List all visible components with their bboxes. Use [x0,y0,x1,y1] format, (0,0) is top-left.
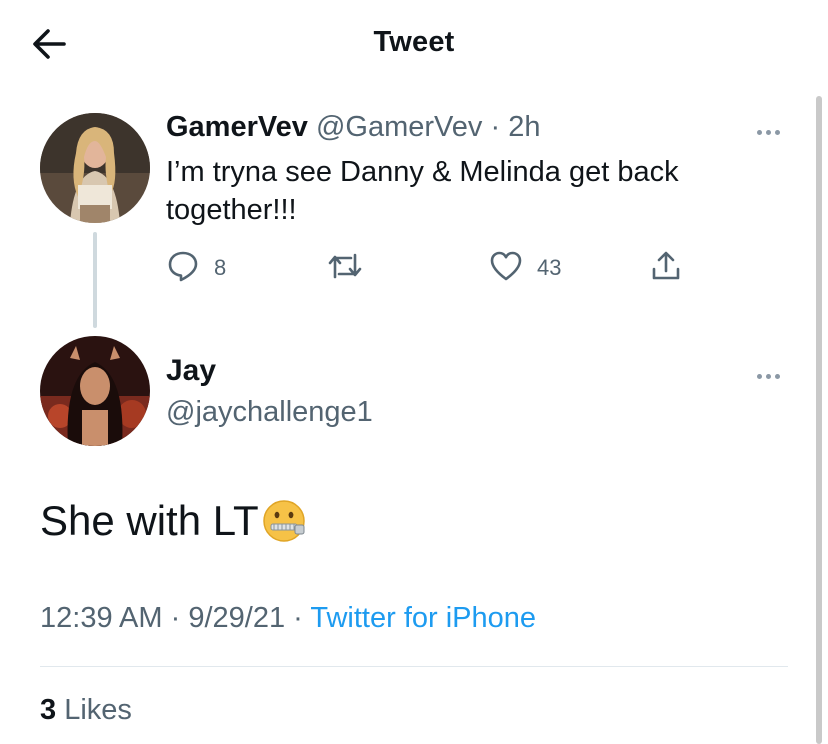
likes-summary[interactable]: 3 Likes [40,694,132,727]
author-display-name[interactable]: Jay [166,354,216,388]
share-button[interactable] [649,248,683,288]
parent-tweet-text: I’m tryna see Danny & Melinda get back t… [166,156,679,226]
retweet-icon [326,249,364,288]
divider [40,666,788,667]
avatar-jay[interactable] [40,336,150,446]
heart-icon [489,249,523,288]
like-button[interactable]: 43 [489,248,561,288]
reply-icon [166,249,200,288]
retweet-button[interactable] [326,248,364,288]
parent-more-options-icon[interactable] [757,122,791,136]
main-tweet-body: She with LT [40,497,307,545]
main-tweet-text: She with LT [40,497,259,544]
parent-display-name[interactable]: GamerVev [166,111,308,143]
tweet-time[interactable]: 12:39 AM [40,602,163,634]
likes-count: 3 [40,694,57,726]
thread-connector-line [93,232,97,328]
tweet-metadata: 12:39 AM · 9/29/21 · Twitter for iPhone [40,602,536,635]
share-icon [649,249,683,288]
meta-separator-2: · [293,602,303,634]
zipper-mouth-face-icon [261,498,307,544]
likes-label: Likes [64,694,132,726]
scrollbar[interactable] [816,96,822,744]
top-bar: Tweet [0,0,828,90]
parent-handle[interactable]: @GamerVev [316,111,482,143]
parent-tweet-actions: 8 43 [166,248,726,288]
reply-count: 8 [214,255,227,280]
tweet-source-link[interactable]: Twitter for iPhone [310,602,536,634]
meta-separator-1: · [170,602,181,634]
parent-separator: · [490,111,501,143]
parent-tweet-header: GamerVev @GamerVev · 2h [166,111,540,144]
tweet-detail-page: Tweet GamerVev @GamerVev · 2h I’m tryna … [0,0,828,744]
like-count: 43 [537,255,562,280]
avatar-gamervev[interactable] [40,113,150,223]
parent-timestamp[interactable]: 2h [508,111,540,143]
author-handle[interactable]: @jaychallenge1 [166,396,373,429]
main-more-options-icon[interactable] [757,366,791,380]
page-title: Tweet [373,26,455,58]
tweet-date[interactable]: 9/29/21 [188,602,285,634]
reply-button[interactable]: 8 [166,248,226,288]
